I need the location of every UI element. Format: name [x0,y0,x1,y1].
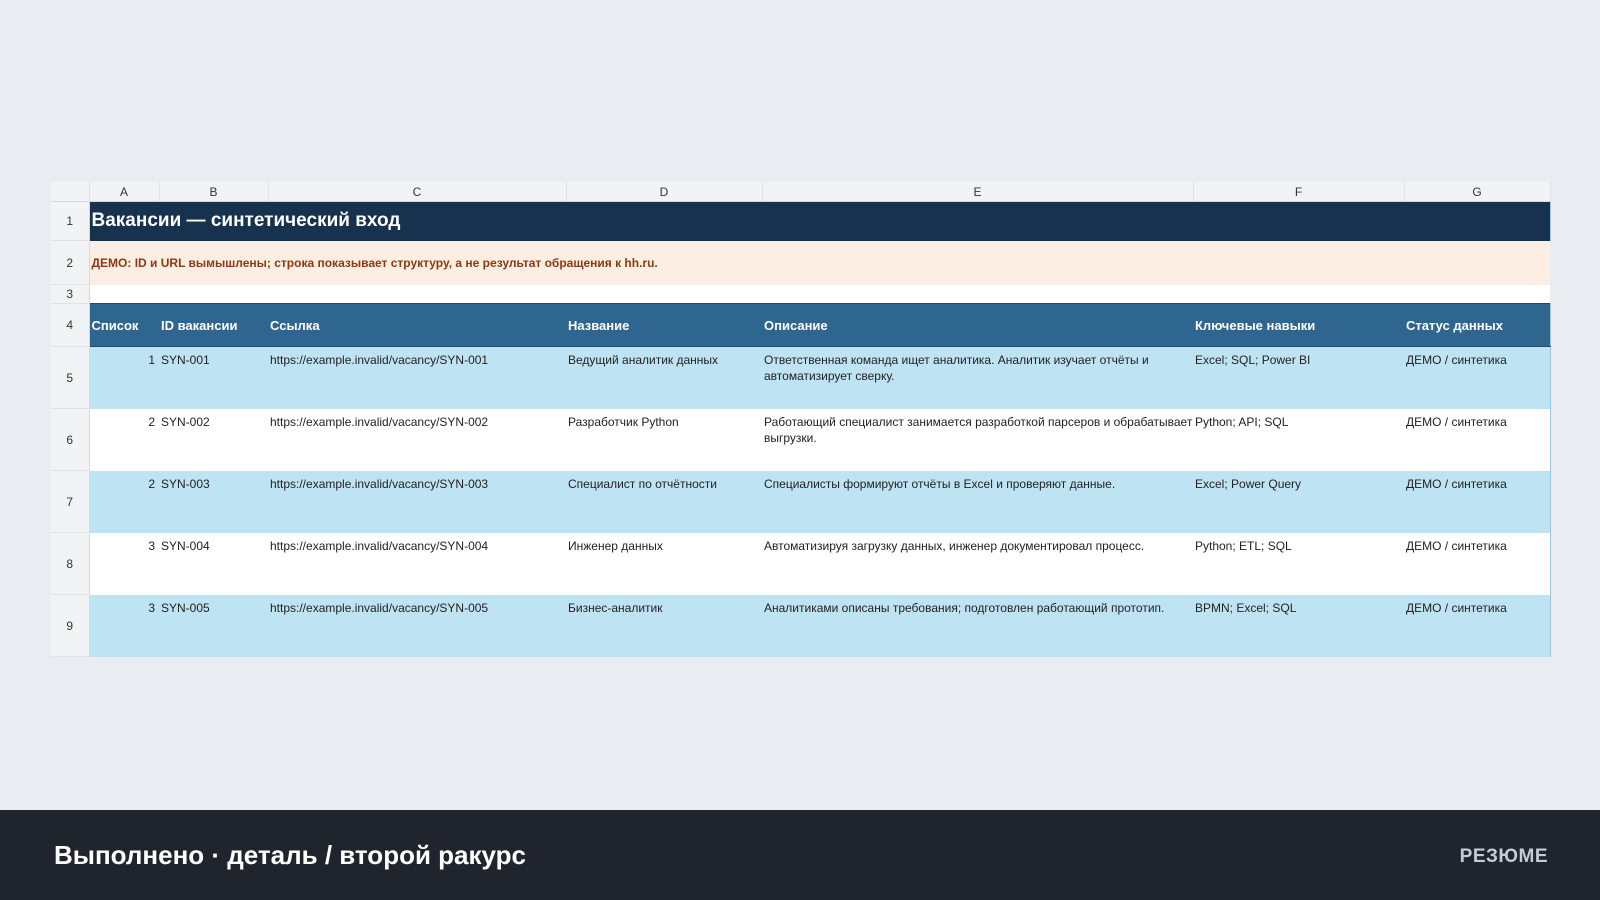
header-cell-id[interactable]: ID вакансии [159,303,268,347]
table-row: 9 3 SYN-005 https://example.invalid/vaca… [51,594,1551,657]
header-cell-skills[interactable]: Ключевые навыки [1193,303,1404,347]
column-header-d[interactable]: D [566,182,763,202]
row-header-5[interactable]: 5 [51,346,90,409]
header-cell-link[interactable]: Ссылка [268,303,566,347]
cell-skills[interactable]: Excel; Power Query [1193,470,1404,533]
cell-description[interactable]: Ответственная команда ищет аналитика. Ан… [762,346,1193,409]
cell-link[interactable]: https://example.invalid/vacancy/SYN-003 [268,470,566,533]
cell-skills[interactable]: BPMN; Excel; SQL [1193,594,1404,657]
cell-name[interactable]: Ведущий аналитик данных [566,346,762,409]
cell-name[interactable]: Разработчик Python [566,408,762,471]
table-header-row: 4 Список ID вакансии Ссылка Название Опи… [51,303,1551,347]
select-all-corner[interactable] [51,182,90,202]
title-row: 1 Вакансии — синтетический вход [51,201,1551,241]
column-header-a[interactable]: A [89,182,160,202]
header-cell-name[interactable]: Название [566,303,762,347]
cell-status[interactable]: ДЕМО / синтетика [1404,408,1551,471]
column-header-e[interactable]: E [762,182,1194,202]
demo-note-row: 2 ДЕМО: ID и URL вымышлены; строка показ… [51,240,1550,285]
column-header-c[interactable]: C [268,182,567,202]
cell-list[interactable]: 2 [89,470,159,533]
cell-description[interactable]: Автоматизируя загрузку данных, инженер д… [762,532,1193,595]
footer-caption: Выполнено · деталь / второй ракурс [54,840,526,870]
cell-link[interactable]: https://example.invalid/vacancy/SYN-002 [268,408,566,471]
column-header-f[interactable]: F [1193,182,1405,202]
table-row: 8 3 SYN-004 https://example.invalid/vaca… [51,532,1551,595]
cell-skills[interactable]: Excel; SQL; Power BI [1193,346,1404,409]
table-row: 6 2 SYN-002 https://example.invalid/vaca… [51,408,1551,471]
cell-list[interactable]: 3 [89,532,159,595]
cell-link[interactable]: https://example.invalid/vacancy/SYN-004 [268,532,566,595]
row-header-1[interactable]: 1 [51,201,90,241]
cell-description[interactable]: Аналитиками описаны требования; подготов… [762,594,1193,657]
sheet-title-cell[interactable]: Вакансии — синтетический вход [89,201,1551,241]
cell-skills[interactable]: Python; ETL; SQL [1193,532,1404,595]
footer-bar: Выполнено · деталь / второй ракурс РЕЗЮМ… [0,810,1600,900]
cell-id[interactable]: SYN-005 [159,594,268,657]
blank-cell[interactable] [89,284,1550,304]
column-header-row: A B C D E F G [51,182,1551,202]
cell-name[interactable]: Инженер данных [566,532,762,595]
cell-status[interactable]: ДЕМО / синтетика [1404,594,1551,657]
cell-list[interactable]: 2 [89,408,159,471]
header-cell-status[interactable]: Статус данных [1404,303,1551,347]
row-header-4[interactable]: 4 [51,303,90,347]
row-header-2[interactable]: 2 [51,240,90,285]
demo-note-cell[interactable]: ДЕМО: ID и URL вымышлены; строка показыв… [89,240,1550,285]
cell-link[interactable]: https://example.invalid/vacancy/SYN-001 [268,346,566,409]
header-cell-description[interactable]: Описание [762,303,1193,347]
table-row: 5 1 SYN-001 https://example.invalid/vaca… [51,346,1551,409]
column-header-g[interactable]: G [1404,182,1551,202]
footer-tag: РЕЗЮМЕ [1459,846,1548,867]
cell-description[interactable]: Специалисты формируют отчёты в Excel и п… [762,470,1193,533]
blank-row: 3 [51,284,1550,304]
row-header-8[interactable]: 8 [51,532,90,595]
row-header-3[interactable]: 3 [51,284,90,304]
cell-id[interactable]: SYN-002 [159,408,268,471]
cell-name[interactable]: Специалист по отчётности [566,470,762,533]
cell-list[interactable]: 1 [89,346,159,409]
column-header-b[interactable]: B [159,182,269,202]
header-cell-list[interactable]: Список [89,303,159,347]
cell-name[interactable]: Бизнес-аналитик [566,594,762,657]
cell-id[interactable]: SYN-001 [159,346,268,409]
row-header-7[interactable]: 7 [51,470,90,533]
cell-status[interactable]: ДЕМО / синтетика [1404,532,1551,595]
table-row: 7 2 SYN-003 https://example.invalid/vaca… [51,470,1551,533]
cell-status[interactable]: ДЕМО / синтетика [1404,470,1551,533]
cell-id[interactable]: SYN-004 [159,532,268,595]
row-header-9[interactable]: 9 [51,594,90,657]
cell-description[interactable]: Работающий специалист занимается разрабо… [762,408,1193,471]
row-header-6[interactable]: 6 [51,408,90,471]
cell-list[interactable]: 3 [89,594,159,657]
cell-skills[interactable]: Python; API; SQL [1193,408,1404,471]
cell-link[interactable]: https://example.invalid/vacancy/SYN-005 [268,594,566,657]
cell-id[interactable]: SYN-003 [159,470,268,533]
spreadsheet: A B C D E F G 1 Вакансии — синтетический… [51,182,1551,657]
cell-status[interactable]: ДЕМО / синтетика [1404,346,1551,409]
spreadsheet-grid: A B C D E F G 1 Вакансии — синтетический… [51,182,1551,657]
